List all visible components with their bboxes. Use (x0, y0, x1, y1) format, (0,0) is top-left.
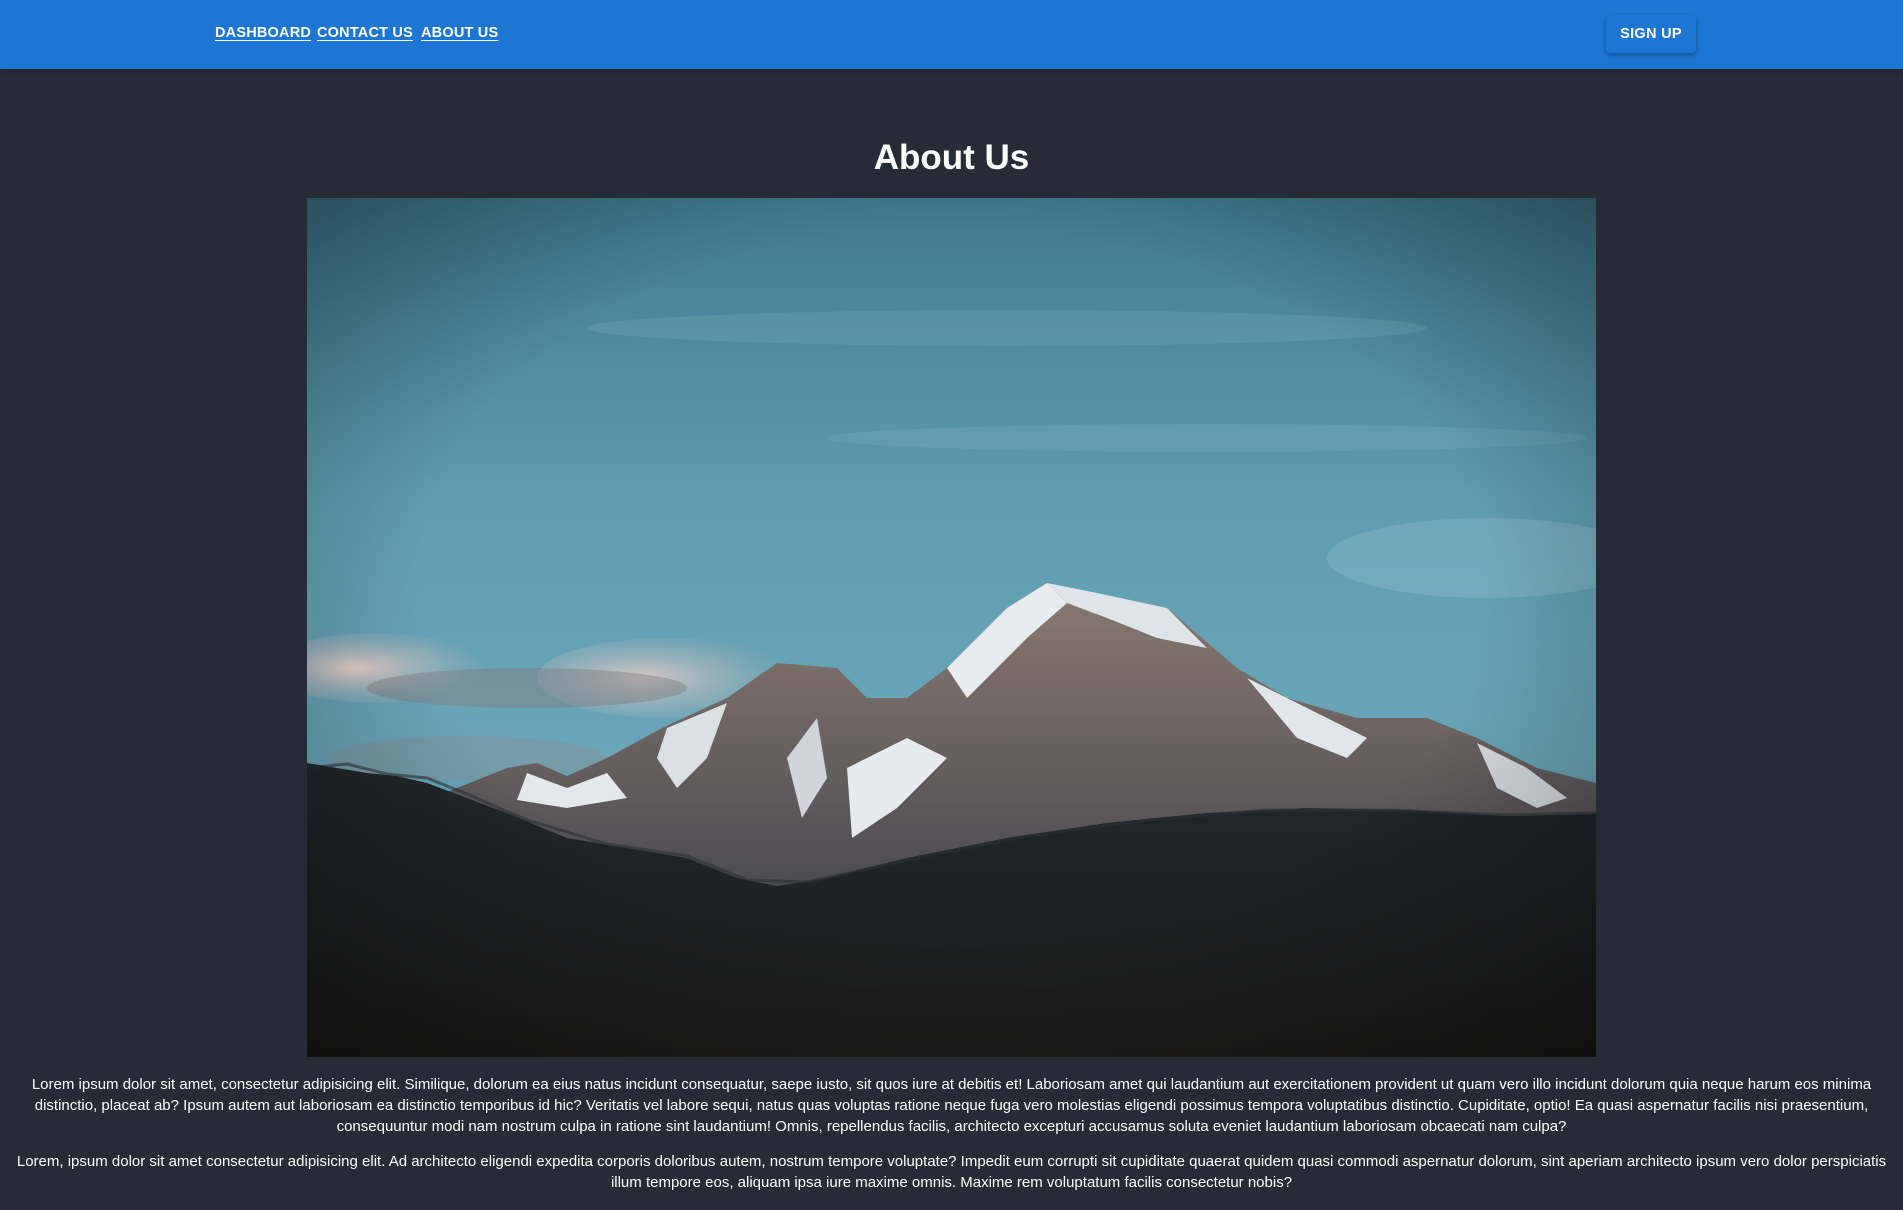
nav-link-contact-us[interactable]: CONTACT US (317, 25, 413, 41)
about-paragraph-1: Lorem ipsum dolor sit amet, consectetur … (31, 1076, 1872, 1135)
nav-link-about-us[interactable]: ABOUT US (421, 25, 498, 41)
about-paragraph-2: Lorem, ipsum dolor sit amet consectetur … (16, 1153, 1887, 1191)
top-app-bar: DASHBOARD CONTACT US ABOUT US SIGN UP (0, 0, 1903, 69)
page-title: About Us (873, 138, 1030, 177)
hero-mountain-image (307, 198, 1596, 1057)
sign-up-button[interactable]: SIGN UP (1606, 15, 1696, 53)
nav-link-dashboard[interactable]: DASHBOARD (215, 25, 311, 41)
